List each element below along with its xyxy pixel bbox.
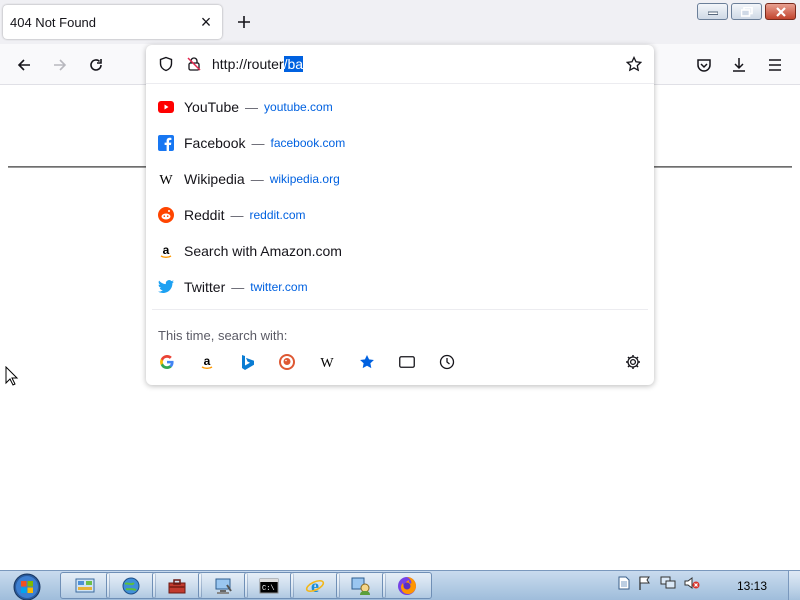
- mouse-cursor-icon: [5, 365, 19, 389]
- url-dropdown-panel: http://router/ba YouTube — youtube.com F…: [146, 45, 654, 385]
- wikipedia-icon[interactable]: W: [318, 353, 336, 371]
- download-icon[interactable]: [726, 52, 752, 78]
- suggestion-search-amazon[interactable]: a Search with Amazon.com: [146, 233, 654, 269]
- google-icon[interactable]: [158, 353, 176, 371]
- history-icon[interactable]: [438, 353, 456, 371]
- amazon-icon[interactable]: a: [198, 353, 216, 371]
- muted-speaker-icon[interactable]: [684, 576, 700, 593]
- svg-text:a: a: [163, 243, 170, 257]
- youtube-icon: [158, 99, 174, 115]
- user-accounts-icon[interactable]: [336, 572, 386, 599]
- window-controls: [697, 3, 796, 20]
- facebook-icon: [158, 135, 174, 151]
- url-text-unselected: http://router: [212, 56, 284, 72]
- maximize-icon[interactable]: [731, 3, 762, 20]
- suggestion-title: Wikipedia: [184, 171, 245, 187]
- cmd-icon[interactable]: C:\: [244, 572, 294, 599]
- wikipedia-icon: W: [158, 171, 174, 187]
- suggestion-twitter[interactable]: Twitter — twitter.com: [146, 269, 654, 305]
- minimize-icon[interactable]: [697, 3, 728, 20]
- taskbar-clock[interactable]: 13:13: [722, 579, 782, 593]
- suggestion-reddit[interactable]: Reddit — reddit.com: [146, 197, 654, 233]
- menu-icon[interactable]: [762, 52, 788, 78]
- internet-explorer-icon[interactable]: e: [290, 572, 340, 599]
- tabs-icon[interactable]: [398, 353, 416, 371]
- suggestion-url: reddit.com: [249, 208, 306, 222]
- computer-management-icon[interactable]: [198, 572, 248, 599]
- suggestion-title: Twitter: [184, 279, 226, 295]
- flag-icon[interactable]: [638, 576, 652, 593]
- tab-strip: 404 Not Found ×: [0, 0, 800, 44]
- amazon-icon: a: [158, 243, 174, 259]
- forward-arrow-icon[interactable]: [47, 52, 73, 78]
- network-icon[interactable]: [660, 576, 676, 593]
- firefox-icon[interactable]: [382, 572, 432, 599]
- divider: [152, 309, 648, 310]
- suggestion-dash: —: [231, 279, 245, 295]
- suggestion-url: wikipedia.org: [269, 172, 340, 186]
- suggestion-title: YouTube: [184, 99, 240, 115]
- bookmarks-icon[interactable]: [358, 353, 376, 371]
- address-bar[interactable]: http://router/ba: [146, 45, 654, 84]
- suggestion-dash: —: [245, 99, 259, 115]
- suggestion-dash: —: [230, 207, 244, 223]
- reload-icon[interactable]: [83, 52, 109, 78]
- url-text-selected: /ba: [283, 56, 304, 72]
- bookmark-star-icon[interactable]: [624, 54, 644, 74]
- svg-text:W: W: [159, 173, 173, 187]
- plus-icon[interactable]: [232, 10, 256, 34]
- bing-icon[interactable]: [238, 353, 256, 371]
- search-with-label: This time, search with:: [158, 328, 288, 343]
- close-icon[interactable]: [765, 3, 796, 20]
- suggestion-title: Facebook: [184, 135, 246, 151]
- suggestion-wikipedia[interactable]: W Wikipedia — wikipedia.org: [146, 161, 654, 197]
- svg-text:a: a: [204, 354, 211, 368]
- toolbox-icon[interactable]: [152, 572, 202, 599]
- suggestion-dash: —: [251, 135, 265, 151]
- suggestion-list: YouTube — youtube.com Facebook — faceboo…: [146, 89, 654, 305]
- close-tab-icon[interactable]: ×: [194, 10, 218, 34]
- gear-icon[interactable]: [624, 353, 642, 371]
- url-input[interactable]: http://router/ba: [212, 56, 304, 72]
- show-desktop-button[interactable]: [788, 571, 800, 600]
- insecure-lock-icon[interactable]: [184, 54, 204, 74]
- twitter-icon: [158, 279, 174, 295]
- svg-text:C:\: C:\: [262, 585, 275, 593]
- suggestion-facebook[interactable]: Facebook — facebook.com: [146, 125, 654, 161]
- system-tray: [618, 576, 700, 593]
- pocket-icon[interactable]: [691, 52, 717, 78]
- document-icon[interactable]: [618, 576, 630, 593]
- shield-icon[interactable]: [156, 54, 176, 74]
- suggestion-title: Search with Amazon.com: [184, 243, 342, 259]
- control-panel-icon[interactable]: [60, 572, 110, 599]
- windows-start-orb-icon[interactable]: [8, 572, 45, 600]
- svg-text:e: e: [311, 576, 319, 596]
- network-globe-icon[interactable]: [106, 572, 156, 599]
- tab-404-not-found[interactable]: 404 Not Found ×: [3, 5, 222, 39]
- duckduckgo-icon[interactable]: [278, 353, 296, 371]
- suggestion-dash: —: [250, 171, 264, 187]
- taskbar: C:\ e 13:13: [0, 570, 800, 600]
- suggestion-youtube[interactable]: YouTube — youtube.com: [146, 89, 654, 125]
- tab-title: 404 Not Found: [10, 14, 97, 30]
- suggestion-title: Reddit: [184, 207, 225, 223]
- svg-text:W: W: [320, 356, 334, 370]
- suggestion-url: facebook.com: [270, 136, 346, 150]
- back-arrow-icon[interactable]: [11, 52, 37, 78]
- reddit-icon: [158, 207, 174, 223]
- suggestion-url: youtube.com: [264, 100, 333, 114]
- suggestion-url: twitter.com: [250, 280, 308, 294]
